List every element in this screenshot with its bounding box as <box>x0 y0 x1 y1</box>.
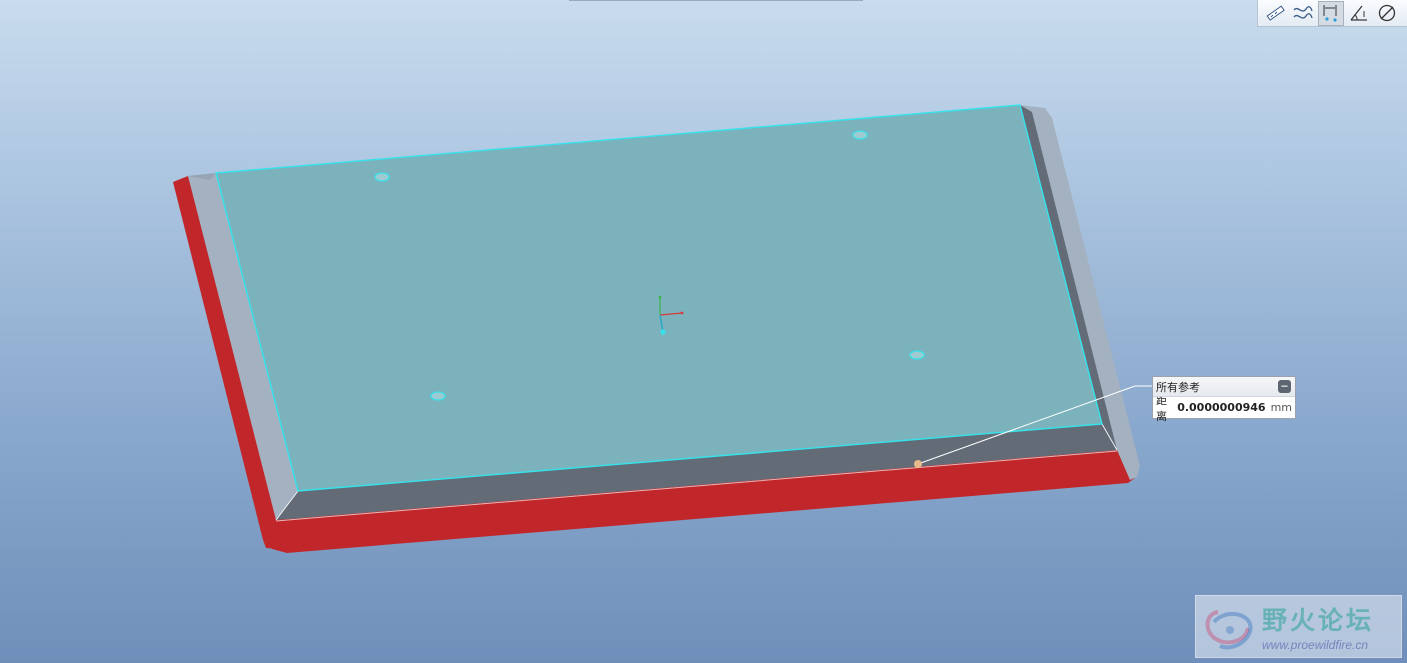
callout-header[interactable]: 所有参考 − <box>1153 377 1295 397</box>
measure-curve-icon <box>1293 6 1313 19</box>
measure-angle-icon <box>1350 5 1367 21</box>
top-face[interactable] <box>215 104 1103 492</box>
callout-header-label: 所有参考 <box>1156 380 1200 394</box>
measure-angle-button[interactable] <box>1346 1 1372 26</box>
hole-2[interactable] <box>852 130 868 140</box>
model-viewport[interactable] <box>0 0 1407 663</box>
measure-distance-button[interactable] <box>1318 0 1344 26</box>
measure-diameter-icon <box>1378 4 1396 22</box>
callout-body: 距离 0.0000000946 mm <box>1153 394 1295 423</box>
measure-length-icon <box>1266 5 1285 21</box>
hole-3[interactable] <box>430 391 446 401</box>
watermark-url: www.proewildfire.cn <box>1262 638 1369 652</box>
hole-1[interactable] <box>374 172 390 182</box>
forum-logo-icon <box>1205 610 1253 650</box>
measure-diameter-button[interactable] <box>1374 1 1400 26</box>
measure-toolbar <box>1257 0 1407 27</box>
measure-point[interactable] <box>914 460 922 468</box>
watermark-title: 野火论坛 <box>1262 606 1375 635</box>
collapse-icon[interactable]: − <box>1278 380 1291 393</box>
hole-4[interactable] <box>909 350 925 360</box>
distance-unit: mm <box>1270 401 1292 414</box>
distance-value: 0.0000000946 <box>1177 401 1266 414</box>
measure-distance-icon <box>1323 5 1337 22</box>
measure-length-button[interactable] <box>1262 1 1288 26</box>
measure-result-callout[interactable]: 所有参考 − 距离 0.0000000946 mm <box>1152 376 1296 423</box>
forum-watermark: 野火论坛 www.proewildfire.cn <box>1195 595 1402 658</box>
measure-curve-button[interactable] <box>1290 1 1316 26</box>
